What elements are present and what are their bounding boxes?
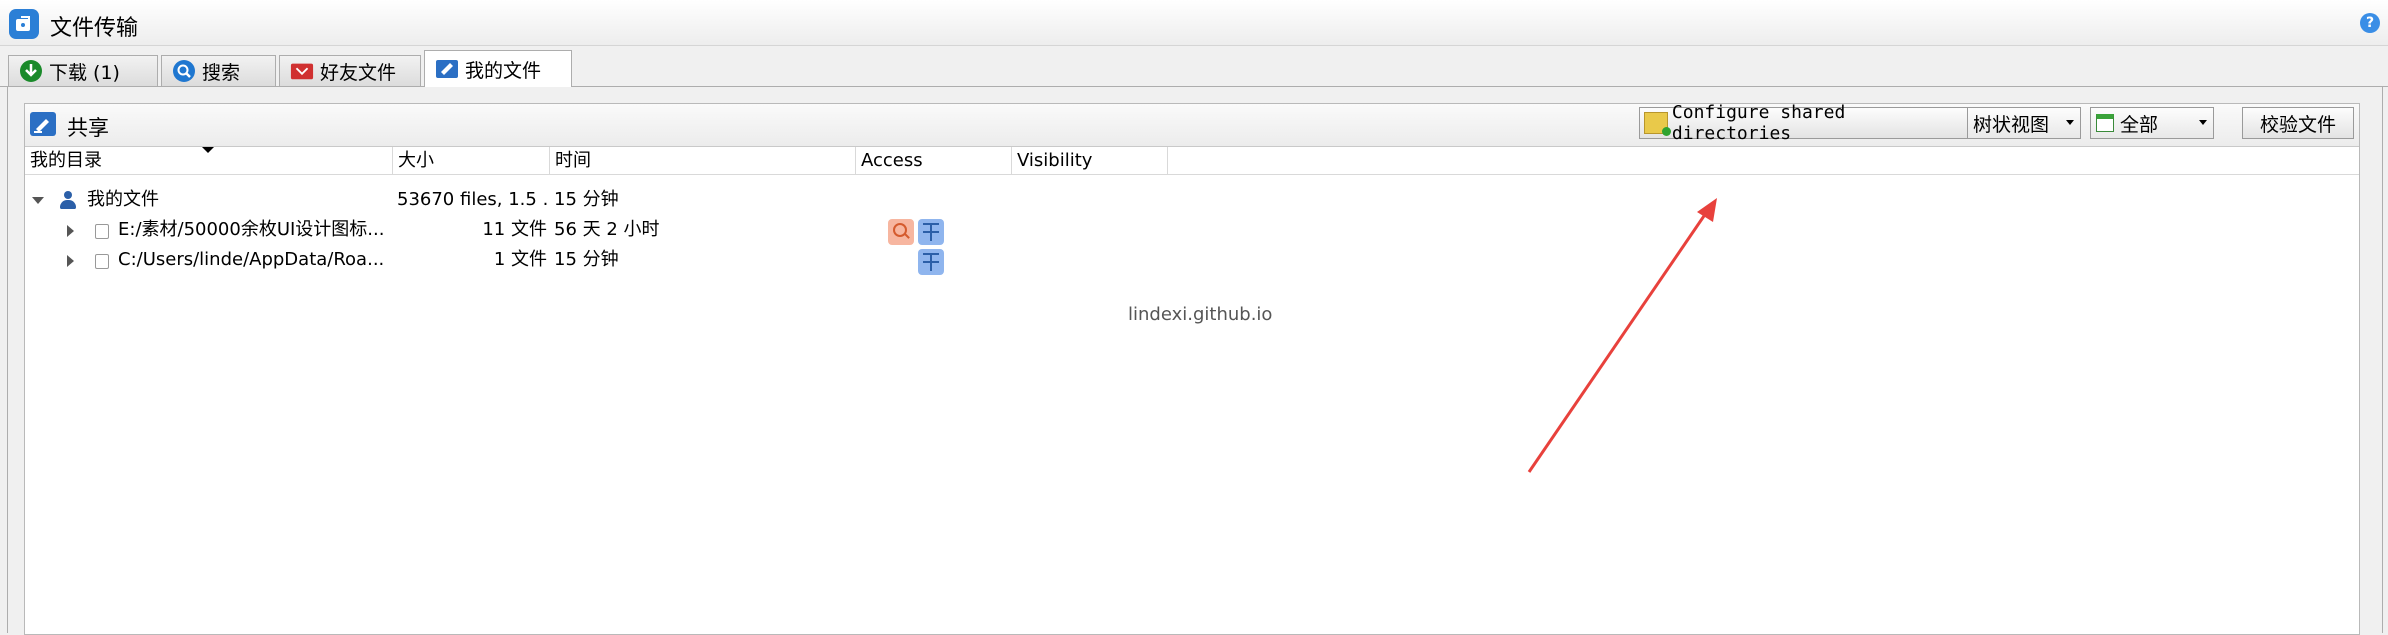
share-toolbar: 共享 Configure shared directories 树状视图 全部 … [25, 102, 2359, 147]
my-files-icon [435, 57, 459, 81]
title-bar: 文件传输 ? [0, 0, 2388, 46]
tree-row-my-files[interactable]: 我的文件 53670 files, 1.5 ... 15 分钟 [25, 185, 2359, 215]
verify-files-button[interactable]: 校验文件 [2242, 107, 2354, 139]
column-header-size[interactable]: 大小 [393, 147, 550, 174]
network-access-icon[interactable] [918, 219, 944, 245]
tree-row-c-drive[interactable]: C:/Users/linde/AppData/Roa... 1 文件 15 分钟 [25, 245, 2359, 275]
column-header-visibility[interactable]: Visibility [1012, 147, 1168, 174]
collapse-chevron-icon[interactable] [67, 225, 74, 237]
watermark: lindexi.github.io [1128, 304, 1273, 325]
column-label: 我的目录 [30, 150, 102, 171]
sort-arrow-icon [202, 147, 214, 153]
tab-search-label: 搜索 [202, 61, 241, 84]
dropdown-arrow-icon [2199, 120, 2207, 125]
view-mode-select[interactable]: 树状视图 [1967, 107, 2081, 139]
row-size: 1 文件 [493, 249, 547, 270]
dropdown-arrow-icon [2066, 120, 2074, 125]
window-title: 文件传输 [50, 16, 139, 41]
tab-download[interactable]: 下载 (1) [8, 55, 158, 86]
search-access-icon[interactable] [888, 219, 914, 245]
row-time: 56 天 2 小时 [554, 219, 660, 240]
row-name: E:/素材/50000余枚UI设计图标... [118, 219, 385, 240]
row-time: 15 分钟 [554, 189, 619, 210]
friend-files-icon [290, 59, 314, 83]
row-name: 我的文件 [87, 189, 159, 210]
row-name: C:/Users/linde/AppData/Roa... [118, 249, 385, 270]
collapse-chevron-icon[interactable] [67, 255, 74, 267]
folder-icon [95, 224, 109, 239]
tab-download-label: 下载 (1) [49, 61, 120, 84]
configure-shared-directories-button[interactable]: Configure shared directories [1639, 102, 1983, 144]
network-access-icon[interactable] [918, 249, 944, 275]
search-icon [172, 59, 196, 83]
column-header-access[interactable]: Access [856, 147, 1012, 174]
column-header-directory[interactable]: 我的目录 [25, 147, 393, 174]
configure-label: Configure shared directories [1671, 102, 1846, 144]
filter-select[interactable]: 全部 [2090, 107, 2214, 139]
table-header: 我的目录 大小 时间 Access Visibility [25, 147, 2359, 175]
column-header-time[interactable]: 时间 [550, 147, 856, 174]
tab-my-files[interactable]: 我的文件 [424, 50, 572, 87]
download-icon [19, 59, 43, 83]
tab-search[interactable]: 搜索 [161, 55, 276, 86]
tab-friend-files-label: 好友文件 [320, 61, 397, 84]
row-size: 53670 files, 1.5 ... [397, 189, 547, 210]
user-icon [59, 191, 77, 209]
share-title: 共享 [67, 116, 109, 140]
tab-my-files-label: 我的文件 [465, 59, 542, 82]
expand-chevron-icon[interactable] [32, 197, 44, 204]
help-icon[interactable]: ? [2360, 13, 2380, 33]
tree-row-e-drive[interactable]: E:/素材/50000余枚UI设计图标... 11 文件 56 天 2 小时 [25, 215, 2359, 245]
folder-icon [95, 254, 109, 269]
shared-folder-icon [1644, 112, 1671, 136]
share-icon [30, 112, 56, 136]
file-transfer-icon [9, 9, 39, 39]
row-size: 11 文件 [482, 219, 547, 240]
tab-friend-files[interactable]: 好友文件 [279, 55, 421, 86]
calendar-icon [2096, 114, 2114, 132]
share-panel: 共享 Configure shared directories 树状视图 全部 … [24, 102, 2360, 635]
filter-value: 全部 [2120, 113, 2159, 136]
view-mode-value: 树状视图 [1973, 113, 2050, 136]
row-time: 15 分钟 [554, 249, 619, 270]
